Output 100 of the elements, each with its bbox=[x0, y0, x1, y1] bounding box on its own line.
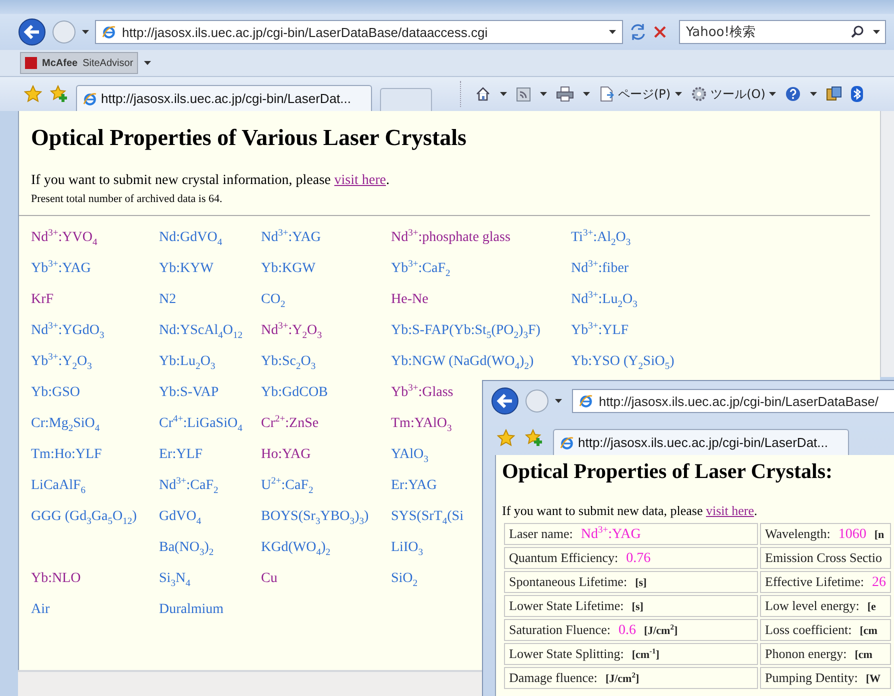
search-field[interactable]: Yahoo!検索 bbox=[679, 20, 886, 44]
crystal-link[interactable]: YAlO$_{3}$ bbox=[391, 446, 428, 462]
help-icon[interactable] bbox=[785, 86, 802, 102]
crystal-link[interactable]: Yb$^{3+}$:Glass bbox=[391, 384, 454, 400]
crystal-link[interactable]: Yb:S-VAP bbox=[159, 384, 219, 400]
command-menu[interactable]: ページ(P) bbox=[599, 86, 682, 102]
print-icon[interactable] bbox=[556, 86, 574, 102]
crystal-link[interactable]: Yb:KGW bbox=[261, 260, 316, 276]
crystal-link[interactable]: Nd$^{3+}$:Y$_{2}$O$_{3}$ bbox=[261, 322, 322, 338]
crystal-link[interactable]: Tm:Ho:YLF bbox=[31, 446, 102, 462]
crystal-link[interactable]: Yb$^{3+}$:Y$_{2}$O$_{3}$ bbox=[31, 354, 92, 370]
caret-icon[interactable] bbox=[609, 30, 616, 34]
crystal-link[interactable]: Yb$^{3+}$:YAG bbox=[31, 260, 91, 276]
crystal-link[interactable]: Nd:YScAl$_{4}$O$_{12}$ bbox=[159, 322, 243, 338]
star-icon[interactable] bbox=[24, 85, 42, 103]
crystal-link[interactable]: Nd:GdVO$_{4}$ bbox=[159, 230, 222, 246]
crystal-link[interactable]: Nd$^{3+}$:YAG bbox=[261, 230, 321, 246]
scrollbar[interactable] bbox=[880, 111, 894, 377]
gear-icon[interactable] bbox=[690, 86, 707, 102]
crystal-link[interactable]: Ho:YAG bbox=[261, 446, 311, 462]
add-favorite-icon[interactable] bbox=[50, 85, 68, 103]
crystal-link[interactable]: Yb:YSO (Y$_{2}$SiO$_{5}$) bbox=[571, 354, 674, 370]
crystal-link[interactable]: SiO$_{2}$ bbox=[391, 570, 418, 586]
bluetooth-icon[interactable] bbox=[851, 86, 864, 102]
crystal-link[interactable]: Er:YLF bbox=[159, 446, 203, 462]
crystal-link[interactable]: Nd$^{3+}$:Lu$_{2}$O$_{3}$ bbox=[571, 292, 638, 308]
back-button[interactable] bbox=[491, 387, 519, 415]
add-favorite-icon[interactable] bbox=[525, 429, 543, 447]
crystal-link[interactable]: Yb:NGW (NaGd(WO$_{4}$)$_{2}$) bbox=[391, 354, 534, 370]
property-label: Low level energy: bbox=[765, 598, 860, 613]
crystal-link[interactable]: Yb:KYW bbox=[159, 260, 214, 276]
caret-icon[interactable] bbox=[540, 92, 547, 96]
search-icon[interactable] bbox=[851, 25, 864, 38]
property-label: Spontaneous Lifetime: bbox=[509, 574, 628, 589]
crystal-link[interactable]: Yb:GSO bbox=[31, 384, 80, 400]
crystal-link[interactable]: CO$_{2}$ bbox=[261, 292, 286, 308]
crystal-link[interactable]: GdVO$_{4}$ bbox=[159, 508, 202, 524]
crystal-link[interactable]: SYS(SrT$_{4}$(Si bbox=[391, 508, 464, 524]
crystal-link[interactable]: Yb:NLO bbox=[31, 570, 81, 586]
crystal-link[interactable]: Cr$^{4+}$:LiGaSiO$_{4}$ bbox=[159, 416, 242, 432]
crystal-link[interactable]: KrF bbox=[31, 292, 54, 308]
crystal-link[interactable]: Nd$^{3+}$:YVO$_{4}$ bbox=[31, 230, 98, 246]
crystal-link[interactable]: Yb:S-FAP(Yb:St$_{5}$(PO$_{2}$)$_{3}$F) bbox=[391, 322, 540, 338]
visit-link[interactable]: visit here bbox=[334, 173, 386, 188]
unit-label: [cm bbox=[860, 625, 878, 637]
crystal-link[interactable]: Tm:YAlO$_{3}$ bbox=[391, 416, 452, 432]
crystal-link[interactable]: Nd$^{3+}$:phosphate glass bbox=[391, 230, 510, 246]
siteadvisor-button[interactable]: McAfee SiteAdvisor bbox=[20, 52, 138, 74]
caret-icon[interactable] bbox=[769, 92, 776, 96]
crystal-link[interactable]: Cr$^{2+}$:ZnSe bbox=[261, 416, 319, 432]
caret-icon[interactable] bbox=[500, 92, 507, 96]
browser-tab[interactable]: http://jasosx.ils.uec.ac.jp/cgi-bin/LaserDat... bbox=[553, 429, 849, 455]
browser-tab[interactable]: http://jasosx.ils.uec.ac.jp/cgi-bin/LaserDat... bbox=[76, 85, 372, 111]
crystal-link[interactable]: Ba(NO$_{3}$)$_{2}$ bbox=[159, 540, 214, 556]
star-icon[interactable] bbox=[497, 429, 515, 447]
feed-icon[interactable] bbox=[516, 86, 531, 102]
caret-icon[interactable] bbox=[82, 30, 89, 34]
crystal-link[interactable]: Nd$^{3+}$:CaF$_{2}$ bbox=[159, 478, 218, 494]
command-menu[interactable]: ツール(O) bbox=[690, 86, 776, 102]
crystal-link[interactable]: Yb$^{3+}$:YLF bbox=[571, 322, 629, 338]
unit-label: [J/cm$^{2}$] bbox=[605, 673, 640, 685]
crystal-link[interactable]: Yb:Lu$_{2}$O$_{3}$ bbox=[159, 354, 216, 370]
crystal-link[interactable]: BOYS(Sr$_{3}$YBO$_{3}$)$_{3}$) bbox=[261, 508, 369, 524]
refresh-icon[interactable] bbox=[629, 23, 647, 41]
caret-icon[interactable] bbox=[144, 61, 152, 65]
crystal-link[interactable]: Nd$^{3+}$:YGdO$_{3}$ bbox=[31, 322, 104, 338]
caret-icon[interactable] bbox=[583, 92, 590, 96]
crystal-link[interactable]: LiIO$_{3}$ bbox=[391, 540, 423, 556]
page-icon[interactable] bbox=[599, 86, 614, 102]
crystal-link[interactable]: Yb:GdCOB bbox=[261, 384, 328, 400]
crystal-link[interactable]: Cu bbox=[261, 570, 278, 586]
property-label: Wavelength: bbox=[765, 526, 830, 540]
crystal-link[interactable]: KGd(WO$_{4}$)$_{2}$ bbox=[261, 540, 330, 556]
crystal-link[interactable]: N2 bbox=[159, 292, 176, 308]
stop-icon[interactable] bbox=[653, 25, 667, 39]
crystal-link[interactable]: Yb:Sc$_{2}$O$_{3}$ bbox=[261, 354, 316, 370]
caret-icon[interactable] bbox=[554, 399, 562, 403]
address-field[interactable]: http://jasosx.ils.uec.ac.jp/cgi-bin/LaserDataBase/ bbox=[572, 389, 894, 413]
visit-link[interactable]: visit here bbox=[706, 503, 754, 518]
crystal-link[interactable]: Ti$^{3+}$:Al$_{2}$O$_{3}$ bbox=[571, 230, 631, 246]
unit-label: [J/cm$^{2}$] bbox=[644, 624, 678, 636]
property-label: Saturation Fluence: bbox=[509, 622, 610, 636]
back-button[interactable] bbox=[18, 18, 46, 46]
crystal-link[interactable]: Cr:Mg$_{2}$SiO$_{4}$ bbox=[31, 416, 100, 432]
crystal-link[interactable]: GGG (Gd$_{3}$Ga$_{5}$O$_{12}$) bbox=[31, 508, 137, 524]
crystal-link[interactable]: Si$_{3}$N$_{4}$ bbox=[159, 570, 190, 586]
crystal-link[interactable]: Air bbox=[31, 602, 50, 618]
caret-icon[interactable] bbox=[674, 92, 682, 96]
address-field[interactable]: http://jasosx.ils.uec.ac.jp/cgi-bin/LaserDataBase/dataaccess.cgi bbox=[95, 20, 623, 44]
crystal-link[interactable]: Duralmium bbox=[159, 602, 224, 618]
crystal-link[interactable]: LiCaAlF$_{6}$ bbox=[31, 478, 86, 494]
crystal-link[interactable]: He-Ne bbox=[391, 292, 428, 308]
crystal-link[interactable]: Yb$^{3+}$:CaF$_{2}$ bbox=[391, 260, 450, 276]
crystal-link[interactable]: U$^{2+}$:CaF$_{2}$ bbox=[261, 478, 314, 494]
crystal-link[interactable]: Nd$^{3+}$:fiber bbox=[571, 260, 629, 276]
crystal-link[interactable]: Er:YAG bbox=[391, 478, 437, 494]
caret-icon[interactable] bbox=[810, 92, 818, 96]
page-title: Optical Properties of Various Laser Crystals bbox=[31, 125, 466, 151]
caret-icon[interactable] bbox=[873, 30, 880, 34]
home-icon[interactable] bbox=[475, 86, 491, 102]
